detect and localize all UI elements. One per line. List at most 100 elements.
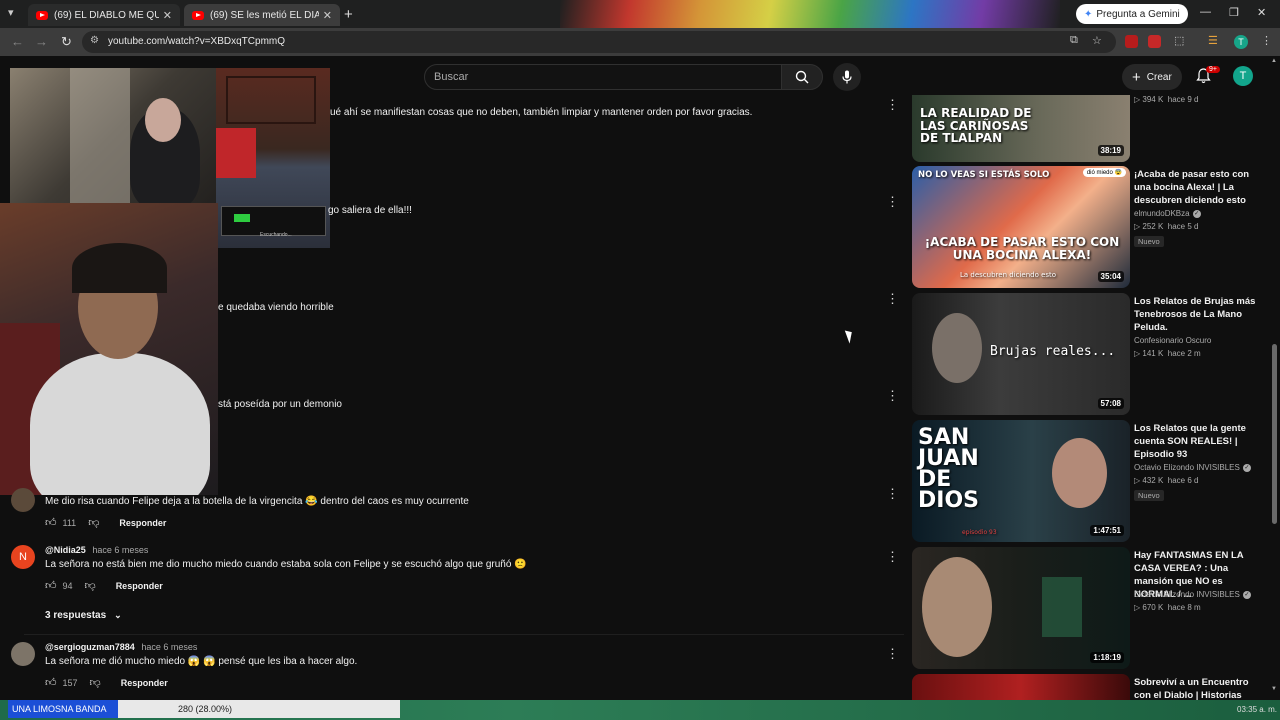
browser-menu-icon[interactable]: ⋮ [1261, 34, 1272, 47]
reply-button[interactable]: Responder [116, 581, 163, 591]
search-box[interactable] [424, 64, 782, 90]
video-title[interactable]: Sobreviví a un Encuentro con el Diablo |… [1134, 676, 1262, 702]
comment-time[interactable]: hace 6 meses [92, 545, 148, 555]
browser-profile-avatar[interactable]: T [1234, 35, 1248, 49]
url-text: youtube.com/watch?v=XBDxqTCpmmQ [108, 36, 286, 47]
reading-list-icon[interactable]: ☰ [1208, 34, 1218, 47]
forward-icon[interactable]: → [35, 34, 48, 49]
comment-author[interactable]: @Nidia25 [45, 545, 86, 555]
video-age: hace 9 d [1167, 95, 1199, 104]
video-duration: 35:04 [1097, 271, 1124, 282]
comment-menu-icon[interactable]: ⋮ [886, 195, 899, 208]
channel-name-text: elmundoDKBza [1134, 209, 1190, 218]
thumbnail-subcaption: La descubren diciendo esto [960, 271, 1057, 279]
video-thumbnail[interactable] [912, 674, 1130, 700]
gemini-button[interactable]: ✦ Pregunta a Gemini [1076, 4, 1188, 24]
search-icon [795, 70, 809, 84]
channel-name[interactable]: Confesionario Oscuro [1134, 336, 1211, 345]
extension-red-icon[interactable] [1125, 35, 1138, 48]
back-icon[interactable]: ← [11, 34, 24, 49]
new-badge: Nuevo [1134, 490, 1164, 501]
thumbnail-caption: SAN JUAN DE DIOS [918, 425, 979, 513]
thumbnail-caption: ¡ACABA DE PASAR ESTO CON UNA BOCINA ALEX… [924, 235, 1120, 262]
thumbs-down-icon[interactable]: 👎︎ [90, 676, 101, 689]
account-avatar[interactable]: T [1233, 66, 1253, 86]
channel-name[interactable]: Octavio Elizondo INVISIBLES ✓ [1134, 590, 1251, 599]
video-title[interactable]: ¡Acaba de pasar esto con una bocina Alex… [1134, 168, 1262, 207]
browser-tab-2-active[interactable]: (69) SE les metió EL DIABLO en ✕ [184, 4, 340, 26]
video-thumbnail[interactable]: NO LO VEAS SI ESTÁS SOLO dió miedo 😨 ¡AC… [912, 166, 1130, 288]
minimize-icon[interactable]: — [1200, 6, 1211, 18]
thumbnail-caption: LA REALIDAD DE LAS CARIÑOSAS DE TLALPAN [920, 106, 1032, 146]
comment-avatar[interactable] [11, 642, 35, 666]
browser-tab-1[interactable]: (69) EL DIABLO ME QUERÍA MU ✕ [28, 4, 180, 26]
comment-time[interactable]: hace 6 meses [141, 642, 197, 652]
search-input[interactable] [425, 65, 781, 89]
scroll-down-icon[interactable]: ▼ [1271, 686, 1277, 692]
thumbs-down-icon[interactable]: 👎︎ [88, 516, 99, 529]
video-duration: 1:18:19 [1090, 652, 1124, 663]
plus-icon: + [1132, 68, 1141, 86]
search-button[interactable] [781, 64, 823, 90]
comment-menu-icon[interactable]: ⋮ [886, 487, 899, 500]
extensions-puzzle-icon[interactable]: ⬚ [1174, 34, 1184, 47]
comment-menu-icon[interactable]: ⋮ [886, 647, 899, 660]
comment-author[interactable]: @sergioguzman7884 [45, 642, 135, 652]
comment-menu-icon[interactable]: ⋮ [886, 98, 899, 111]
site-info-icon[interactable]: ⚙ [90, 35, 99, 46]
video-stats: ▷ 670 K hace 8 m [1134, 603, 1201, 612]
close-icon[interactable]: ✕ [323, 9, 332, 22]
video-title[interactable]: Los Relatos que la gente cuenta SON REAL… [1134, 422, 1262, 461]
comment-menu-icon[interactable]: ⋮ [886, 389, 899, 402]
video-age: hace 2 m [1167, 349, 1201, 358]
webcam-overlay-streamer [0, 203, 218, 495]
video-title[interactable]: Los Relatos de Brujas más Tenebrosos de … [1134, 295, 1262, 334]
channel-name[interactable]: elmundoDKBza ✓ [1134, 209, 1201, 218]
comment-header: @Nidia25 hace 6 meses [45, 545, 148, 555]
play-icon: ▷ [1134, 476, 1141, 485]
omnibox[interactable]: ⚙ youtube.com/watch?v=XBDxqTCpmmQ [82, 31, 1116, 53]
comment-menu-icon[interactable]: ⋮ [886, 292, 899, 305]
video-thumbnail[interactable]: SAN JUAN DE DIOS episodio 93 1:47:51 [912, 420, 1130, 542]
video-thumbnail[interactable]: Brujas reales... 57:08 [912, 293, 1130, 415]
new-tab-button[interactable]: + [344, 6, 353, 23]
chevron-down-icon: ⌄ [114, 610, 122, 620]
thumbnail-subcaption: episodio 93 [962, 529, 997, 536]
comment-menu-icon[interactable]: ⋮ [886, 550, 899, 563]
reply-button[interactable]: Responder [119, 518, 166, 528]
thumbs-up-icon[interactable]: 👍︎ [45, 516, 57, 529]
thumbs-up-icon[interactable]: 👍︎ [45, 579, 57, 592]
notification-count-badge: 9+ [1206, 66, 1220, 73]
scrollbar-thumb[interactable] [1272, 344, 1277, 524]
close-icon[interactable]: ✕ [163, 9, 172, 22]
create-button-label: Crear [1146, 71, 1172, 83]
video-stats: ▷ 252 K hace 5 d [1134, 222, 1198, 231]
tab-search-icon[interactable]: ▾ [8, 6, 14, 19]
scrollbar[interactable]: ▲ ▼ [1270, 58, 1278, 694]
channel-name[interactable]: Octavio Elizondo INVISIBLES ✓ [1134, 463, 1251, 472]
comment-text: go saliera de ella!!! [328, 205, 412, 216]
video-duration: 1:47:51 [1090, 525, 1124, 536]
sparkle-icon: ✦ [1084, 8, 1093, 20]
reply-button[interactable]: Responder [121, 678, 168, 688]
video-stats: ▷ 394 K hace 9 d [1134, 95, 1198, 104]
comment-avatar[interactable]: N [11, 545, 35, 569]
voice-search-button[interactable] [833, 63, 861, 91]
bookmark-star-icon[interactable]: ☆ [1092, 34, 1102, 47]
restore-icon[interactable]: ❐ [1229, 6, 1239, 19]
thumbs-down-icon[interactable]: 👎︎ [85, 579, 96, 592]
verified-icon: ✓ [1242, 590, 1251, 599]
video-thumbnail[interactable]: 1:18:19 [912, 547, 1130, 669]
thumbs-up-icon[interactable]: 👍︎ [45, 676, 57, 689]
extension-pen-icon[interactable] [1148, 35, 1161, 48]
comment-text: La señora no está bien me dio mucho mied… [45, 559, 527, 570]
replies-count: 3 respuestas [45, 610, 107, 621]
reload-icon[interactable]: ↻ [61, 34, 72, 50]
scroll-up-icon[interactable]: ▲ [1271, 58, 1277, 64]
comment-avatar[interactable] [11, 488, 35, 512]
show-replies-button[interactable]: 3 respuestas ⌄ [45, 610, 122, 621]
close-window-icon[interactable]: ✕ [1257, 6, 1266, 19]
video-thumbnail[interactable]: LA REALIDAD DE LAS CARIÑOSAS DE TLALPAN … [912, 95, 1130, 162]
install-app-icon[interactable]: ⧉ [1070, 34, 1078, 47]
create-button[interactable]: + Crear [1122, 64, 1182, 90]
